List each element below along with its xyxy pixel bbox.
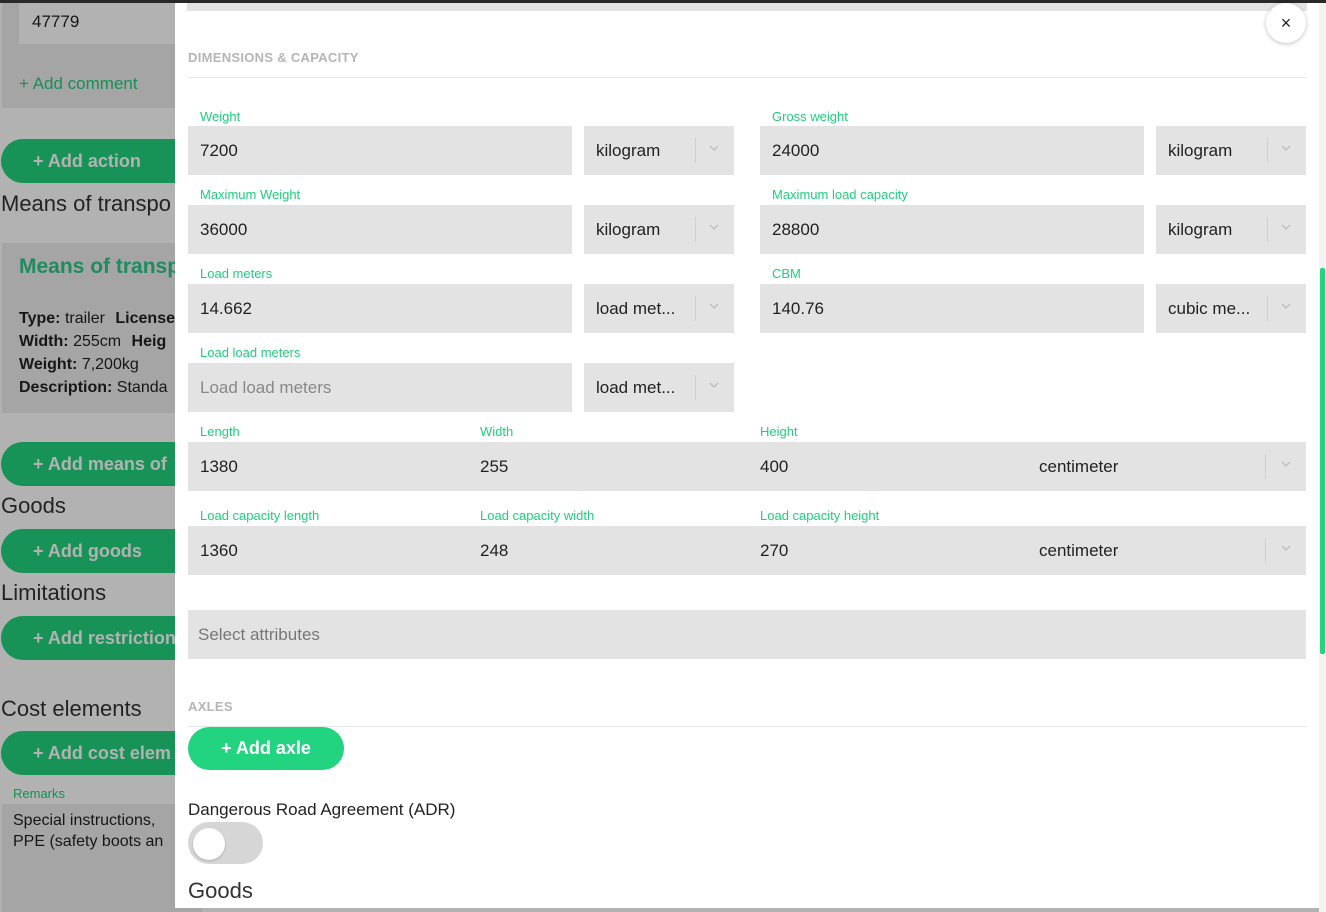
section-divider: [188, 77, 1306, 78]
load-load-meters-label: Load load meters: [200, 345, 301, 360]
height-input[interactable]: 400: [748, 442, 1028, 491]
width-input[interactable]: 255: [468, 442, 748, 491]
lc-height-input[interactable]: 270: [748, 526, 1028, 575]
lc-unit-select[interactable]: centimeter: [1027, 526, 1306, 575]
chevron-down-icon: [1281, 461, 1291, 467]
section-divider: [188, 726, 1306, 727]
close-modal-button[interactable]: ×: [1266, 3, 1306, 43]
load-load-meters-unit-select[interactable]: load met...: [584, 363, 734, 412]
previous-field-edge: [187, 3, 1307, 11]
max-load-capacity-label: Maximum load capacity: [772, 187, 908, 202]
cbm-input[interactable]: 140.76: [760, 284, 1144, 333]
cbm-unit-select[interactable]: cubic me...: [1156, 284, 1306, 333]
gross-weight-unit-select[interactable]: kilogram: [1156, 126, 1306, 175]
weight-input[interactable]: 7200: [188, 126, 572, 175]
chevron-down-icon: [709, 382, 719, 388]
lc-width-label: Load capacity width: [480, 508, 595, 523]
chevron-down-icon: [1281, 224, 1291, 230]
lc-length-input[interactable]: 1360: [188, 526, 468, 575]
chevron-down-icon: [1281, 145, 1291, 151]
lc-width-input[interactable]: 248: [468, 526, 748, 575]
dimension-unit-value: centimeter: [1039, 457, 1119, 476]
chevron-down-icon: [709, 303, 719, 309]
add-axle-button[interactable]: + Add axle: [188, 727, 344, 770]
load-load-meters-unit-value: load met...: [596, 378, 676, 397]
length-label: Length: [200, 424, 240, 439]
gross-weight-input[interactable]: 24000: [760, 126, 1144, 175]
max-weight-unit-select[interactable]: kilogram: [584, 205, 734, 254]
load-meters-input[interactable]: 14.662: [188, 284, 572, 333]
dimensions-section-title: DIMENSIONS & CAPACITY: [188, 50, 359, 65]
weight-unit-value: kilogram: [596, 141, 661, 160]
lc-height-label: Load capacity height: [760, 508, 880, 523]
lc-unit-value: centimeter: [1039, 541, 1119, 560]
height-label: Height: [760, 424, 798, 439]
load-load-meters-input[interactable]: Load load meters: [188, 363, 572, 412]
weight-unit-select[interactable]: kilogram: [584, 126, 734, 175]
lc-length-label: Load capacity length: [200, 508, 320, 523]
adr-toggle-knob[interactable]: [193, 828, 225, 860]
max-weight-label: Maximum Weight: [200, 187, 301, 202]
adr-label: Dangerous Road Agreement (ADR): [188, 800, 456, 819]
cbm-unit-value: cubic me...: [1168, 299, 1251, 318]
width-label: Width: [480, 424, 514, 439]
chevron-down-icon: [709, 224, 719, 230]
modal-scrollbar-thumb[interactable]: [1320, 268, 1325, 654]
length-input[interactable]: 1380: [188, 442, 468, 491]
attributes-select[interactable]: Select attributes: [188, 610, 1306, 659]
weight-label: Weight: [200, 109, 241, 124]
max-load-capacity-unit-value: kilogram: [1168, 220, 1233, 239]
cbm-label: CBM: [772, 266, 801, 281]
max-weight-unit-value: kilogram: [596, 220, 661, 239]
chevron-down-icon: [1281, 545, 1291, 551]
modal-goods-heading: Goods: [188, 878, 253, 903]
max-load-capacity-unit-select[interactable]: kilogram: [1156, 205, 1306, 254]
load-meters-unit-select[interactable]: load met...: [584, 284, 734, 333]
chevron-down-icon: [709, 145, 719, 151]
load-meters-unit-value: load met...: [596, 299, 676, 318]
gross-weight-label: Gross weight: [772, 109, 848, 124]
chevron-down-icon: [1281, 303, 1291, 309]
max-weight-input[interactable]: 36000: [188, 205, 572, 254]
dimension-unit-select[interactable]: centimeter: [1027, 442, 1306, 491]
gross-weight-unit-value: kilogram: [1168, 141, 1233, 160]
load-meters-label: Load meters: [200, 266, 273, 281]
axles-section-title: AXLES: [188, 699, 233, 714]
close-icon: ×: [1280, 13, 1292, 33]
max-load-capacity-input[interactable]: 28800: [760, 205, 1144, 254]
